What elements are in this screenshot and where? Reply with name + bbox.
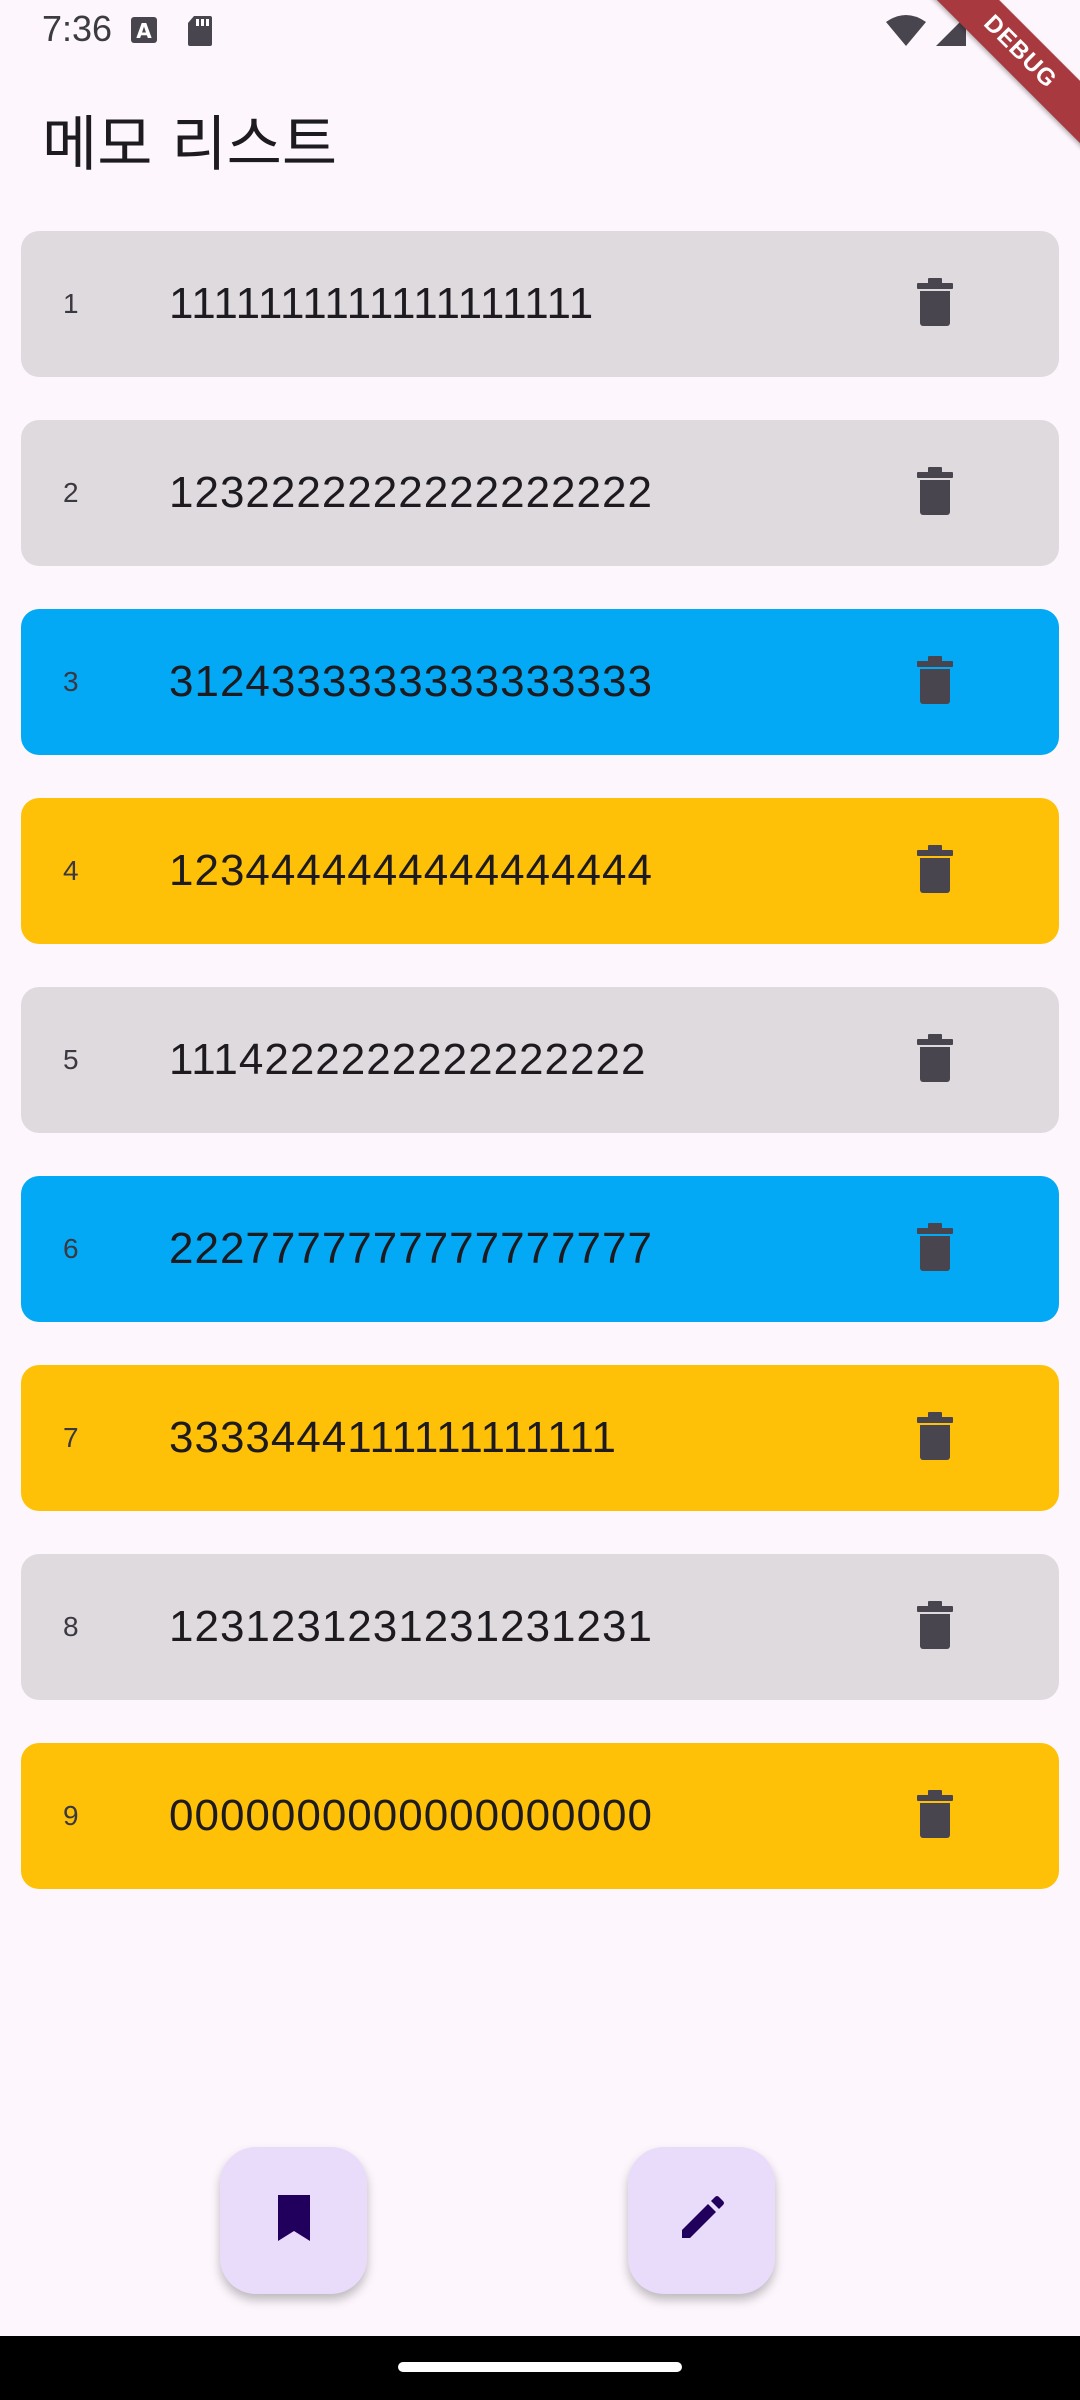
status-time: 7:36 [42, 8, 113, 49]
edit-fab[interactable] [628, 2147, 775, 2294]
memo-text: 1232222222222222222 [169, 468, 653, 517]
delete-button[interactable] [900, 836, 970, 906]
font-a-icon: A [130, 14, 158, 51]
memo-card[interactable]: 3 3124333333333333333 [21, 609, 1059, 755]
trash-icon [916, 1033, 954, 1088]
memo-card[interactable]: 5 1114222222222222222 [21, 987, 1059, 1133]
delete-button[interactable] [900, 458, 970, 528]
memo-card[interactable]: 2 1232222222222222222 [21, 420, 1059, 566]
memo-card[interactable]: 9 0000000000000000000 [21, 1743, 1059, 1889]
delete-button[interactable] [900, 1781, 970, 1851]
memo-card[interactable]: 8 1231231231231231231 [21, 1554, 1059, 1700]
memo-index: 9 [63, 1800, 79, 1831]
memo-card[interactable]: 6 2227777777777777777 [21, 1176, 1059, 1322]
sd-card-icon [186, 14, 214, 53]
pencil-icon [676, 2192, 728, 2249]
memo-text: 1234444444444444444 [169, 846, 653, 895]
delete-button[interactable] [900, 1214, 970, 1284]
trash-icon [916, 1789, 954, 1844]
delete-button[interactable] [900, 1403, 970, 1473]
page-title: 메모 리스트 [42, 110, 338, 180]
memo-index: 2 [63, 477, 79, 508]
trash-icon [916, 1222, 954, 1277]
memo-card[interactable]: 4 1234444444444444444 [21, 798, 1059, 944]
bookmark-icon [274, 2193, 314, 2248]
memo-index: 1 [63, 288, 79, 319]
trash-icon [916, 1600, 954, 1655]
memo-text: 2227777777777777777 [169, 1224, 653, 1273]
trash-icon [916, 844, 954, 899]
trash-icon [916, 655, 954, 710]
status-bar: 7:36 A [0, 0, 1080, 64]
wifi-icon [884, 14, 928, 53]
delete-button[interactable] [900, 1025, 970, 1095]
memo-index: 6 [63, 1233, 79, 1264]
home-gesture-handle[interactable] [398, 2362, 682, 2372]
delete-button[interactable] [900, 1592, 970, 1662]
memo-index: 4 [63, 855, 79, 886]
memo-list: 1 1111111111111111111 2 1232222222222222222… [21, 231, 1059, 1932]
delete-button[interactable] [900, 269, 970, 339]
navigation-bar [0, 2336, 1080, 2400]
memo-text: 3124333333333333333 [169, 657, 653, 706]
memo-index: 7 [63, 1422, 79, 1453]
memo-text: 0000000000000000000 [169, 1791, 653, 1840]
delete-button[interactable] [900, 647, 970, 717]
svg-text:A: A [136, 19, 152, 43]
memo-index: 8 [63, 1611, 79, 1642]
trash-icon [916, 466, 954, 521]
bookmark-fab[interactable] [220, 2147, 367, 2294]
memo-text: 1231231231231231231 [169, 1602, 653, 1651]
memo-index: 3 [63, 666, 79, 697]
trash-icon [916, 1411, 954, 1466]
memo-card[interactable]: 7 3333444111111111111 [21, 1365, 1059, 1511]
memo-text: 1114222222222222222 [169, 1035, 647, 1084]
memo-text: 1111111111111111111 [169, 279, 595, 328]
memo-index: 5 [63, 1044, 79, 1075]
memo-text: 3333444111111111111 [169, 1413, 618, 1462]
memo-card[interactable]: 1 1111111111111111111 [21, 231, 1059, 377]
trash-icon [916, 277, 954, 332]
